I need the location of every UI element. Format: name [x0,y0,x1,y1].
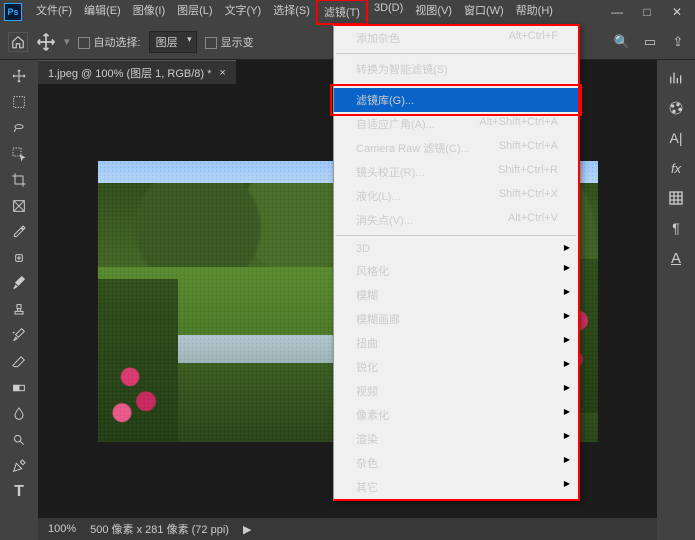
glyph-icon[interactable]: A [666,248,686,268]
menu-type[interactable]: 文字(Y) [219,0,268,25]
pen-tool[interactable] [7,454,31,478]
menu-layer[interactable]: 图层(L) [171,0,218,25]
filter-menu-item[interactable]: 模糊画廊 [334,307,578,331]
menu-file[interactable]: 文件(F) [30,0,78,25]
filter-menu-item[interactable]: 杂色 [334,451,578,475]
status-arrow-icon[interactable]: ▶ [243,523,251,536]
share-icon[interactable]: ⇪ [669,33,687,51]
close-button[interactable]: ✕ [663,3,691,21]
marquee-tool[interactable] [7,90,31,114]
move-tool-icon [36,32,56,52]
status-bar: 100% 500 像素 x 281 像素 (72 ppi) ▶ [38,518,657,540]
filter-menu-item[interactable]: 添加杂色Alt+Ctrl+F [334,26,578,50]
show-transform-checkbox[interactable]: 显示变 [205,34,254,50]
home-icon[interactable] [8,32,28,52]
lasso-tool[interactable] [7,116,31,140]
filter-menu-item[interactable]: 镜头校正(R)...Shift+Ctrl+R [334,160,578,184]
show-transform-label: 显示变 [221,37,254,49]
close-tab-icon[interactable]: × [219,67,225,79]
menu-3d[interactable]: 3D(D) [368,0,409,25]
doc-info: 500 像素 x 281 像素 (72 ppi) [90,521,229,537]
menu-select[interactable]: 选择(S) [267,0,316,25]
right-panel: A| fx ¶ A [657,60,695,540]
gradient-tool[interactable] [7,376,31,400]
menu-help[interactable]: 帮助(H) [510,0,559,25]
filter-menu-item[interactable]: 风格化 [334,259,578,283]
styles-icon[interactable]: fx [666,158,686,178]
window-controls: — □ ✕ [603,3,691,21]
filter-menu-item: 消失点(V)...Alt+Ctrl+V [334,208,578,232]
swatches-icon[interactable] [666,98,686,118]
eyedropper-tool[interactable] [7,220,31,244]
auto-select-checkbox[interactable]: 自动选择: [78,34,141,50]
filter-menu-item[interactable]: 像素化 [334,403,578,427]
document-tab-label: 1.jpeg @ 100% (图层 1, RGB/8) * [48,65,211,81]
crop-tool[interactable] [7,168,31,192]
maximize-button[interactable]: □ [633,3,661,21]
history-brush-tool[interactable] [7,324,31,348]
filter-menu-item[interactable]: 液化(L)...Shift+Ctrl+X [334,184,578,208]
auto-select-label: 自动选择: [94,37,141,49]
zoom-level[interactable]: 100% [48,523,76,535]
filter-menu-item[interactable]: 3D [334,239,578,259]
stamp-tool[interactable] [7,298,31,322]
histogram-icon[interactable] [666,68,686,88]
filter-menu-item[interactable]: 自适应广角(A)...Alt+Shift+Ctrl+A [334,112,578,136]
filter-menu-item: 转换为智能滤镜(S) [334,57,578,81]
title-bar: Ps 文件(F) 编辑(E) 图像(I) 图层(L) 文字(Y) 选择(S) 滤… [0,0,695,24]
dodge-tool[interactable] [7,428,31,452]
app-icon: Ps [4,3,22,21]
filter-menu-item[interactable]: 锐化 [334,355,578,379]
menu-window[interactable]: 窗口(W) [458,0,510,25]
options-right: 🔍 ▭ ⇪ [613,33,687,51]
toolbox: T [0,60,38,540]
document-tab[interactable]: 1.jpeg @ 100% (图层 1, RGB/8) * × [38,60,236,84]
filter-menu-item[interactable]: 渲染 [334,427,578,451]
minimize-button[interactable]: — [603,3,631,21]
menu-view[interactable]: 视图(V) [409,0,458,25]
filter-menu-item[interactable]: 滤镜库(G)... [334,88,578,112]
layer-dropdown[interactable]: 图层 [149,31,197,53]
filter-menu-item[interactable]: 视频 [334,379,578,403]
brush-tool[interactable] [7,272,31,296]
menu-edit[interactable]: 编辑(E) [78,0,127,25]
filter-menu-item[interactable]: 模糊 [334,283,578,307]
filter-menu-item[interactable]: Camera Raw 滤镜(C)...Shift+Ctrl+A [334,136,578,160]
search-icon[interactable]: 🔍 [613,33,631,51]
menu-filter[interactable]: 滤镜(T) [316,0,368,25]
workspace-icon[interactable]: ▭ [641,33,659,51]
eraser-tool[interactable] [7,350,31,374]
healing-tool[interactable] [7,246,31,270]
grid-icon[interactable] [666,188,686,208]
filter-menu: 添加杂色Alt+Ctrl+F 转换为智能滤镜(S) 滤镜库(G)...自适应广角(A… [333,24,580,501]
menu-image[interactable]: 图像(I) [127,0,171,25]
move-tool[interactable] [7,64,31,88]
paragraph-icon[interactable]: ¶ [666,218,686,238]
menu-bar: 文件(F) 编辑(E) 图像(I) 图层(L) 文字(Y) 选择(S) 滤镜(T… [30,0,603,25]
filter-menu-item[interactable]: 其它 [334,475,578,499]
character-icon[interactable]: A| [666,128,686,148]
blur-tool[interactable] [7,402,31,426]
quick-select-tool[interactable] [7,142,31,166]
filter-menu-item[interactable]: 扭曲 [334,331,578,355]
type-tool[interactable]: T [7,480,31,504]
frame-tool[interactable] [7,194,31,218]
